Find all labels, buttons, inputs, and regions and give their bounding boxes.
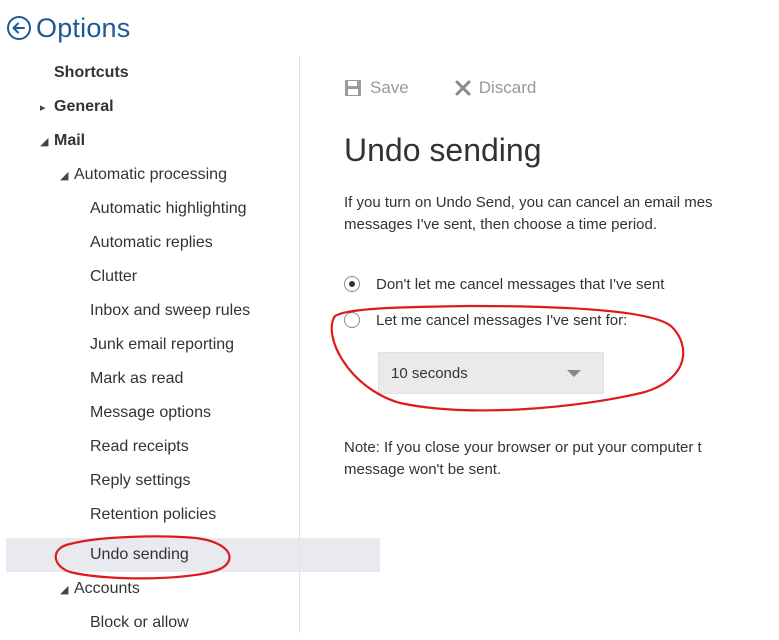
toolbar: Save Discard <box>344 74 582 102</box>
sidebar-item-label: Mail <box>54 132 86 149</box>
description: If you turn on Undo Send, you can cancel… <box>344 192 779 236</box>
sidebar-item-label: Clutter <box>90 268 138 285</box>
save-icon <box>345 80 361 96</box>
page-title: Options <box>36 12 131 43</box>
select-value: 10 seconds <box>391 364 468 382</box>
sidebar-item-label: Accounts <box>74 580 140 597</box>
sidebar-item-label: Mark as read <box>90 370 184 387</box>
caret-right-icon[interactable]: ▸ <box>40 101 54 114</box>
chevron-down-icon <box>567 370 581 377</box>
caret-expanded-icon[interactable]: ◢ <box>60 169 74 182</box>
sidebar-item-mark-as-read[interactable]: Mark as read <box>0 362 386 396</box>
sidebar-item-read-receipts[interactable]: Read receipts <box>0 430 386 464</box>
sidebar-item-label: Automatic highlighting <box>90 200 247 217</box>
discard-label: Discard <box>478 78 537 97</box>
description-line: If you turn on Undo Send, you can cancel… <box>344 194 713 211</box>
sidebar-item-automatic-processing[interactable]: ◢ Automatic processing <box>0 158 356 192</box>
note-line: Note: If you close your browser or put y… <box>344 439 702 456</box>
description-line: messages I've sent, then choose a time p… <box>344 216 658 233</box>
sidebar-item-reply-settings[interactable]: Reply settings <box>0 464 386 498</box>
sidebar-item-message-options[interactable]: Message options <box>0 396 386 430</box>
option-dont-cancel[interactable]: Don't let me cancel messages that I've s… <box>344 272 664 296</box>
sidebar-divider <box>299 56 300 633</box>
sidebar-item-label: General <box>54 98 114 115</box>
option-let-cancel[interactable]: Let me cancel messages I've sent for: <box>344 308 627 332</box>
sidebar-item-inbox-and-sweep-rules[interactable]: Inbox and sweep rules <box>0 294 386 328</box>
sidebar-item-label: Message options <box>90 404 211 421</box>
sidebar-item-mail[interactable]: ◢ Mail <box>0 124 336 158</box>
discard-button[interactable]: Discard <box>455 78 537 98</box>
sidebar-item-retention-policies[interactable]: Retention policies <box>0 498 386 532</box>
sidebar-item-shortcuts[interactable]: Shortcuts <box>0 56 350 90</box>
sidebar-item-label: Retention policies <box>90 506 217 523</box>
sidebar-item-accounts[interactable]: ◢ Accounts <box>0 572 356 606</box>
caret-expanded-icon[interactable]: ◢ <box>40 135 54 148</box>
save-button[interactable]: Save <box>344 78 409 98</box>
radio-let-cancel[interactable] <box>344 312 360 328</box>
sidebar-item-general[interactable]: ▸ General <box>0 90 336 124</box>
radio-dont-cancel[interactable] <box>344 276 360 292</box>
back-arrow-circle-icon[interactable] <box>6 15 32 41</box>
close-icon <box>455 80 471 96</box>
sidebar-item-clutter[interactable]: Clutter <box>0 260 386 294</box>
sidebar-item-undo-sending[interactable]: Undo sending <box>6 538 380 572</box>
sidebar-item-label: Automatic processing <box>74 166 227 183</box>
sidebar-item-label: Reply settings <box>90 472 191 489</box>
option-label: Let me cancel messages I've sent for: <box>376 311 628 329</box>
section-title: Undo sending <box>344 132 542 168</box>
header: Options <box>6 10 130 46</box>
sidebar-item-automatic-highlighting[interactable]: Automatic highlighting <box>0 192 386 226</box>
sidebar-item-label: Inbox and sweep rules <box>90 302 251 319</box>
sidebar-item-label: Block or allow <box>90 614 189 631</box>
time-period-select[interactable]: 10 seconds <box>378 352 604 394</box>
sidebar-item-block-or-allow[interactable]: Block or allow <box>0 606 386 640</box>
save-label: Save <box>370 78 409 97</box>
sidebar-item-label: Junk email reporting <box>90 336 235 353</box>
sidebar-nav: Shortcuts ▸ General ◢ Mail ◢ Automatic proc… <box>0 56 380 633</box>
sidebar-item-junk-email-reporting[interactable]: Junk email reporting <box>0 328 386 362</box>
sidebar-item-label: Shortcuts <box>54 64 129 81</box>
note: Note: If you close your browser or put y… <box>344 437 779 481</box>
option-label: Don't let me cancel messages that I've s… <box>376 275 665 293</box>
sidebar-item-label: Automatic replies <box>90 234 213 251</box>
sidebar-item-label: Read receipts <box>90 438 189 455</box>
note-line: message won't be sent. <box>344 461 502 478</box>
sidebar-item-automatic-replies[interactable]: Automatic replies <box>0 226 386 260</box>
caret-expanded-icon[interactable]: ◢ <box>60 583 74 596</box>
sidebar-item-label: Undo sending <box>90 546 189 563</box>
